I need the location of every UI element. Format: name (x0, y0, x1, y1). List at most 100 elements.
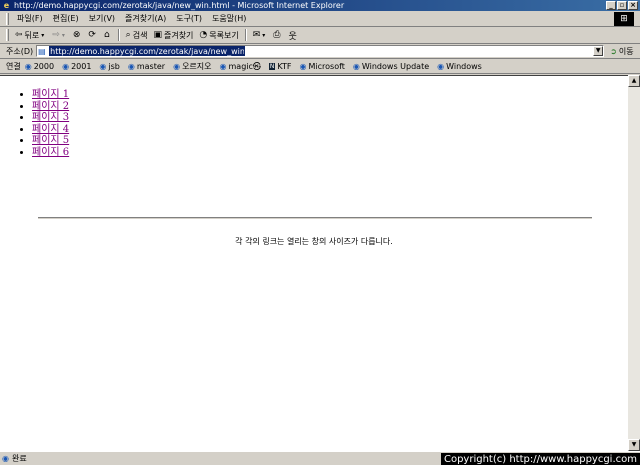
address-dropdown-button[interactable]: ▼ (593, 46, 604, 56)
link-2001[interactable]: ◉ 2001 (62, 62, 91, 71)
print-icon: ⎙ (273, 30, 281, 40)
stop-icon: ⊗ (72, 30, 81, 40)
page-link-2[interactable]: 페이지 2 (32, 101, 69, 112)
link-page-icon: ◉ (99, 61, 107, 71)
back-button[interactable]: ⇦ 뒤로 ▾ (12, 30, 49, 41)
go-arrow-icon: ➲ (610, 46, 617, 56)
link-page-icon: ◉ (352, 61, 360, 71)
refresh-button[interactable]: ⟳ (85, 30, 101, 40)
forward-button[interactable]: ⇨ ▾ (49, 30, 70, 40)
link-label: magic㉿ (228, 61, 261, 71)
forward-arrow-icon: ⇨ (52, 30, 60, 40)
scroll-down-button[interactable]: ▼ (628, 439, 640, 451)
links-bar: 연결 ◉ 2000 ◉ 2001 ◉ jsb ◉ master ◉ 오르지오 ◉ magic… (0, 59, 640, 74)
link-label: master (136, 61, 166, 71)
page-link-6[interactable]: 페이지 6 (32, 147, 69, 158)
back-label: 뒤로 (24, 30, 40, 40)
window-title-bar: e http://demo.happycgi.com/zerotak/java/… (0, 0, 640, 11)
favorites-button[interactable]: ▣ 즐겨찾기 (150, 30, 196, 41)
copyright-overlay: Copyright(c) http://www.happycgi.com (440, 453, 640, 465)
menu-edit[interactable]: 편집(E) (48, 13, 84, 24)
menu-bar: 파일(F) 편집(E) 보기(V) 즐겨찾기(A) 도구(T) 도움말(H) ⊞ (0, 11, 640, 27)
page-link-3[interactable]: 페이지 3 (32, 112, 69, 123)
address-label: 주소(D) (6, 46, 34, 56)
history-label: 목록보기 (209, 30, 239, 40)
messenger-button[interactable]: 웃 (286, 29, 302, 42)
link-microsoft[interactable]: ◉ Microsoft (300, 62, 345, 71)
scroll-up-button[interactable]: ▲ (628, 75, 640, 87)
page-link-4[interactable]: 페이지 4 (32, 124, 69, 135)
search-icon: ⌕ (125, 30, 131, 40)
minimize-button[interactable]: _ (606, 1, 616, 10)
back-arrow-icon: ⇦ (15, 30, 23, 40)
link-label: 2000 (33, 61, 55, 71)
list-item: 페이지 4 (32, 124, 69, 136)
page-link-list: 페이지 1 페이지 2 페이지 3 페이지 4 페이지 5 페이지 6 (32, 89, 69, 158)
link-jsb[interactable]: ◉ jsb (99, 62, 119, 71)
link-page-icon: ◉ (437, 61, 445, 71)
link-magic[interactable]: ◉ magic㉿ (220, 61, 261, 72)
link-label: Windows (446, 61, 482, 71)
chevron-down-icon[interactable]: ▾ (41, 32, 44, 39)
history-icon: ◔ (199, 30, 208, 40)
status-text: 완료 (11, 454, 27, 463)
toolbar-grip[interactable] (6, 12, 9, 25)
restore-button[interactable]: ▫ (617, 1, 627, 10)
link-label: KTF (277, 61, 292, 71)
standard-toolbar: ⇦ 뒤로 ▾ ⇨ ▾ ⊗ ⟳ ⌂ ⌕ 검색 ▣ 즐겨찾기 ◔ 목록보기 ✉ ▾ … (0, 27, 640, 44)
close-button[interactable]: × (628, 1, 638, 10)
link-page-icon: ◉ (299, 61, 307, 71)
favorites-icon: ▣ (153, 30, 162, 40)
mail-icon: ✉ (252, 30, 261, 40)
link-page-icon: ◉ (24, 61, 32, 71)
search-button[interactable]: ⌕ 검색 (123, 30, 151, 41)
description-text: 각 각의 링크는 열리는 창의 사이즈가 다릅니다. (235, 237, 393, 246)
link-page-icon: ◉ (173, 61, 181, 71)
home-button[interactable]: ⌂ (101, 30, 115, 40)
link-2000[interactable]: ◉ 2000 (25, 62, 54, 71)
toolbar-separator (244, 29, 247, 41)
links-label: 연결 (6, 61, 21, 71)
history-button[interactable]: ◔ 목록보기 (196, 30, 241, 41)
toolbar-grip[interactable] (6, 29, 9, 41)
link-label: jsb (108, 61, 120, 71)
mail-button[interactable]: ✉ ▾ (250, 30, 271, 40)
go-label: 이동 (618, 46, 634, 56)
link-orzio[interactable]: ◉ 오르지오 (173, 61, 211, 72)
menu-help[interactable]: 도움말(H) (207, 13, 251, 24)
horizontal-rule (38, 217, 592, 219)
print-button[interactable]: ⎙ (270, 30, 285, 40)
address-input[interactable] (49, 46, 246, 56)
ie-icon: e (3, 1, 10, 10)
messenger-icon: 웃 (288, 31, 297, 42)
chevron-down-icon[interactable]: ▾ (62, 32, 65, 39)
status-bar: ◉ 완료 Copyright(c) http://www.happycgi.co… (0, 451, 640, 465)
favorites-label: 즐겨찾기 (163, 30, 194, 40)
window-title: http://demo.happycgi.com/zerotak/java/ne… (14, 1, 345, 10)
link-page-icon: ◉ (62, 61, 70, 71)
menu-tools[interactable]: 도구(T) (171, 13, 207, 24)
search-label: 검색 (132, 30, 148, 40)
link-windows[interactable]: ◉ Windows (437, 62, 482, 71)
link-label: Microsoft (308, 61, 345, 71)
toolbar-separator (117, 29, 120, 41)
link-page-icon: ◉ (127, 61, 135, 71)
windows-logo-icon: ⊞ (614, 12, 634, 26)
link-windows-update[interactable]: ◉ Windows Update (353, 62, 429, 71)
refresh-icon: ⟳ (88, 30, 96, 40)
page-link-1[interactable]: 페이지 1 (32, 89, 69, 100)
link-ktf[interactable]: N KTF (268, 61, 292, 71)
menu-view[interactable]: 보기(V) (84, 13, 120, 24)
page-link-5[interactable]: 페이지 5 (32, 135, 69, 146)
stop-button[interactable]: ⊗ (70, 30, 86, 40)
link-label: 오르지오 (182, 61, 212, 71)
ktf-icon: N (268, 62, 276, 70)
chevron-down-icon[interactable]: ▾ (262, 32, 265, 39)
menu-file[interactable]: 파일(F) (12, 13, 48, 24)
menu-favorites[interactable]: 즐겨찾기(A) (120, 13, 171, 24)
go-button[interactable]: ➲ 이동 (610, 46, 633, 57)
address-box[interactable]: ▤ ▼ (36, 45, 605, 57)
link-label: Windows Update (361, 61, 430, 71)
vertical-scrollbar[interactable]: ▲ ▼ (628, 75, 640, 451)
link-master[interactable]: ◉ master (128, 62, 165, 71)
